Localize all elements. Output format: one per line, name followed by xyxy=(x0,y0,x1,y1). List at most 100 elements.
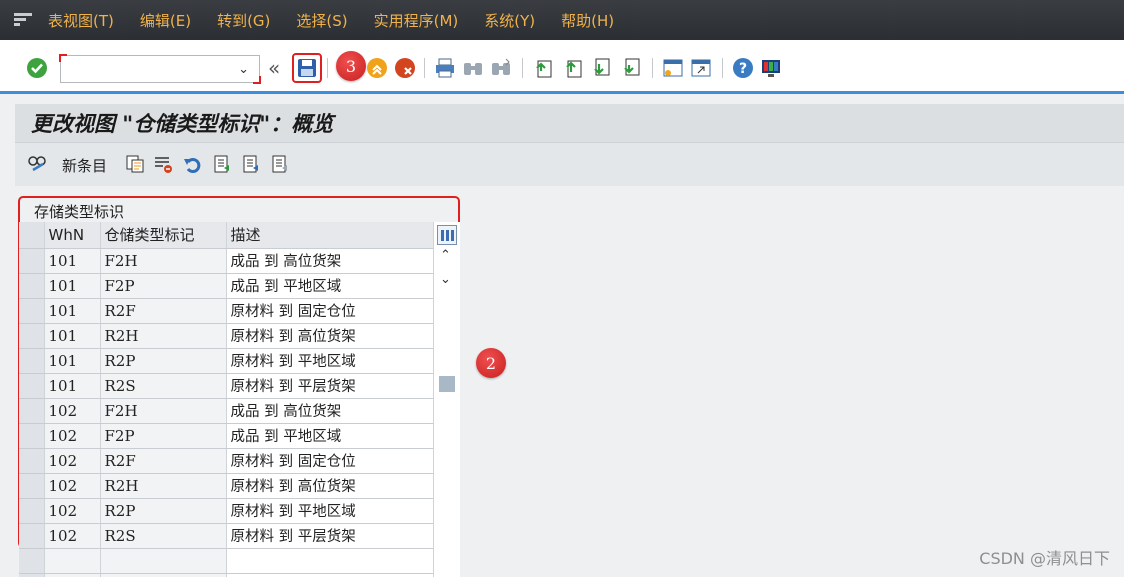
cell-description[interactable]: 成品 到 高位货架 xyxy=(226,398,434,424)
undo-icon[interactable] xyxy=(183,154,203,174)
customize-layout-icon[interactable] xyxy=(760,57,782,79)
cell-whn: 101 xyxy=(44,298,101,324)
cell-whn: 102 xyxy=(44,398,101,424)
cell-description[interactable]: 原材料 到 高位货架 xyxy=(226,323,434,349)
row-selector[interactable] xyxy=(19,323,45,349)
row-selector[interactable] xyxy=(19,423,45,449)
cell-storage-type: R2F xyxy=(100,298,227,324)
cell-description[interactable]: 原材料 到 平地区域 xyxy=(226,348,434,374)
menu-help[interactable]: 帮助(H) xyxy=(561,10,614,31)
cell-description[interactable]: 原材料 到 固定仓位 xyxy=(226,448,434,474)
table-row[interactable]: 101 R2H 原材料 到 高位货架 xyxy=(19,323,434,349)
next-page-icon[interactable] xyxy=(590,57,612,79)
column-header-whn[interactable]: WhN xyxy=(44,222,101,249)
help-icon[interactable]: ? xyxy=(732,57,754,79)
scroll-thumb[interactable] xyxy=(439,376,455,392)
command-field[interactable]: ⌄ xyxy=(59,54,261,84)
menu-system[interactable]: 系统(Y) xyxy=(484,10,535,31)
chevron-down-icon[interactable]: ⌄ xyxy=(238,62,249,77)
cell-whn: 102 xyxy=(44,473,101,499)
display-change-icon[interactable] xyxy=(27,154,47,174)
callout-2: 2 xyxy=(476,348,506,378)
menu-utilities[interactable]: 实用程序(M) xyxy=(374,10,459,31)
menu-selection[interactable]: 选择(S) xyxy=(296,10,347,31)
cell-description[interactable]: 成品 到 平地区域 xyxy=(226,423,434,449)
scroll-down-icon[interactable]: ⌄ xyxy=(440,272,451,287)
table-row[interactable]: 102 F2P 成品 到 平地区域 xyxy=(19,423,434,449)
last-page-icon[interactable] xyxy=(620,57,642,79)
table-row[interactable]: 101 R2S 原材料 到 平层货架 xyxy=(19,373,434,399)
row-selector[interactable] xyxy=(19,523,45,549)
cell-description[interactable]: 原材料 到 平地区域 xyxy=(226,498,434,524)
table-title: 存储类型标识 xyxy=(34,203,125,221)
menu-expand-icon[interactable] xyxy=(14,13,32,27)
cancel-icon[interactable] xyxy=(394,57,416,79)
table-row[interactable]: 101 R2P 原材料 到 平地区域 xyxy=(19,348,434,374)
cell-description[interactable]: 原材料 到 平层货架 xyxy=(226,523,434,549)
separator xyxy=(522,58,523,78)
table-row[interactable]: 102 R2H 原材料 到 高位货架 xyxy=(19,473,434,499)
print-icon[interactable] xyxy=(434,57,456,79)
history-icon[interactable]: « xyxy=(268,56,280,80)
find-icon[interactable] xyxy=(462,57,484,79)
select-block-icon[interactable] xyxy=(241,154,261,174)
table-row[interactable]: 102 R2F 原材料 到 固定仓位 xyxy=(19,448,434,474)
scroll-up-icon[interactable]: ⌃ xyxy=(440,248,451,263)
cell-storage-type: R2S xyxy=(100,373,227,399)
column-header-storage-type[interactable]: 仓储类型标记 xyxy=(100,222,227,249)
cell-description[interactable]: 原材料 到 高位货架 xyxy=(226,473,434,499)
previous-page-icon[interactable] xyxy=(562,57,584,79)
save-icon[interactable] xyxy=(296,57,318,79)
find-next-icon[interactable] xyxy=(490,57,512,79)
page-title: 更改视图 "仓储类型标识"：概览 xyxy=(31,111,334,136)
table-header-row: WhN 仓储类型标记 描述 xyxy=(19,222,434,249)
column-header-description[interactable]: 描述 xyxy=(226,222,434,249)
row-selector[interactable] xyxy=(19,373,45,399)
cell-description[interactable]: 原材料 到 平层货架 xyxy=(226,373,434,399)
table-row[interactable]: 101 F2P 成品 到 平地区域 xyxy=(19,273,434,299)
cell-storage-type: R2H xyxy=(100,323,227,349)
title-bar: 更改视图 "仓储类型标识"：概览 xyxy=(15,104,1124,142)
table-row[interactable]: 102 R2P 原材料 到 平地区域 xyxy=(19,498,434,524)
table-settings-icon[interactable] xyxy=(437,225,457,245)
empty-row xyxy=(19,573,434,577)
table-row[interactable]: 101 F2H 成品 到 高位货架 xyxy=(19,248,434,274)
cell-description[interactable]: 成品 到 高位货架 xyxy=(226,248,434,274)
copy-as-icon[interactable] xyxy=(125,154,145,174)
cell-whn: 102 xyxy=(44,423,101,449)
callout-3: 3 xyxy=(336,51,366,81)
row-selector[interactable] xyxy=(19,273,45,299)
row-selector[interactable] xyxy=(19,498,45,524)
row-selector[interactable] xyxy=(19,348,45,374)
deselect-all-icon[interactable] xyxy=(270,154,290,174)
cell-whn: 102 xyxy=(44,523,101,549)
row-selector[interactable] xyxy=(19,448,45,474)
delete-icon[interactable] xyxy=(153,154,173,174)
table-row[interactable]: 102 F2H 成品 到 高位货架 xyxy=(19,398,434,424)
menu-edit[interactable]: 编辑(E) xyxy=(140,10,191,31)
cell-description[interactable]: 成品 到 平地区域 xyxy=(226,273,434,299)
row-selector[interactable] xyxy=(19,398,45,424)
select-all-cell[interactable] xyxy=(19,222,45,249)
shortcut-icon[interactable] xyxy=(690,57,712,79)
new-entries-button[interactable]: 新条目 xyxy=(62,155,107,176)
cell-description[interactable]: 原材料 到 固定仓位 xyxy=(226,298,434,324)
empty-row xyxy=(19,548,434,574)
enter-check-icon[interactable] xyxy=(26,57,48,79)
exit-icon[interactable] xyxy=(366,57,388,79)
table-body: 101 F2H 成品 到 高位货架 101 F2P 成品 到 平地区域 101 R2F 原材料 … xyxy=(19,248,434,577)
menu-goto[interactable]: 转到(G) xyxy=(217,10,270,31)
row-selector[interactable] xyxy=(19,298,45,324)
row-selector[interactable] xyxy=(19,473,45,499)
create-session-icon[interactable] xyxy=(662,57,684,79)
command-input[interactable] xyxy=(65,59,233,79)
table-row[interactable]: 101 R2F 原材料 到 固定仓位 xyxy=(19,298,434,324)
empty-cell xyxy=(226,548,434,574)
select-all-icon[interactable] xyxy=(212,154,232,174)
menu-bar: 表视图(T) 编辑(E) 转到(G) 选择(S) 实用程序(M) 系统(Y) 帮… xyxy=(0,0,1124,40)
table-row[interactable]: 102 R2S 原材料 到 平层货架 xyxy=(19,523,434,549)
first-page-icon[interactable] xyxy=(532,57,554,79)
row-selector[interactable] xyxy=(19,248,45,274)
menu-table-view[interactable]: 表视图(T) xyxy=(48,10,114,31)
vertical-scrollbar[interactable]: ⌃ ⌄ xyxy=(433,222,460,577)
